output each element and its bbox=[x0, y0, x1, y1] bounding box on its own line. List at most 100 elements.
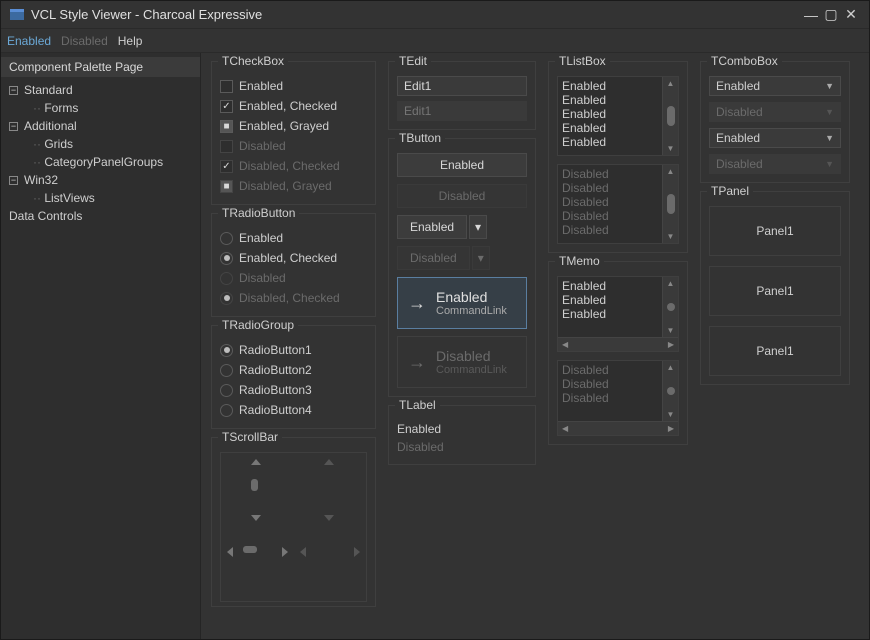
radiogroup-title: TRadioGroup bbox=[218, 318, 298, 332]
scroll-thumb[interactable] bbox=[251, 479, 258, 491]
tree-node-additional[interactable]: − Additional bbox=[5, 117, 196, 135]
panel-1: Panel1 bbox=[709, 206, 841, 256]
splitbutton-enabled[interactable]: Enabled bbox=[397, 215, 467, 239]
tree-node-standard[interactable]: − Standard bbox=[5, 81, 196, 99]
scrollbar-h[interactable]: ◀▶ bbox=[558, 337, 678, 351]
checkbox-disabled-checked: ✓Disabled, Checked bbox=[220, 156, 367, 176]
radio-disabled: Disabled bbox=[220, 268, 367, 288]
chevron-down-icon: ▼ bbox=[825, 81, 834, 91]
list-item[interactable]: Enabled bbox=[562, 107, 658, 121]
list-item[interactable]: Enabled bbox=[562, 79, 658, 93]
sidebar-header: Component Palette Page bbox=[1, 57, 200, 77]
scroll-left-icon[interactable] bbox=[227, 547, 233, 557]
list-item: Disabled bbox=[562, 223, 658, 237]
checkbox-disabled: Disabled bbox=[220, 136, 367, 156]
radio-enabled[interactable]: Enabled bbox=[220, 228, 367, 248]
radio-disabled-checked: Disabled, Checked bbox=[220, 288, 367, 308]
scroll-up-icon[interactable] bbox=[251, 459, 261, 465]
list-item[interactable]: Enabled bbox=[562, 135, 658, 149]
list-item: Disabled bbox=[562, 209, 658, 223]
list-item[interactable]: Enabled bbox=[562, 121, 658, 135]
scrollbar-v[interactable]: ▲▼ bbox=[662, 77, 678, 155]
label-disabled: Disabled bbox=[397, 438, 527, 456]
app-icon bbox=[9, 7, 25, 23]
tree-child-forms[interactable]: Forms bbox=[5, 99, 196, 117]
close-button[interactable]: ✕ bbox=[841, 6, 861, 23]
tree-label: Standard bbox=[24, 83, 73, 97]
scrollbar-demo[interactable] bbox=[220, 452, 367, 602]
listbox-title: TListBox bbox=[555, 54, 610, 68]
radiogroup-item-1[interactable]: RadioButton1 bbox=[220, 340, 367, 360]
tree-node-win32[interactable]: − Win32 bbox=[5, 171, 196, 189]
commandlink-enabled[interactable]: → Enabled CommandLink bbox=[397, 277, 527, 329]
edit-disabled bbox=[397, 101, 527, 121]
checkbox-group-title: TCheckBox bbox=[218, 54, 288, 68]
chevron-down-icon: ▼ bbox=[825, 159, 834, 169]
splitbutton-drop[interactable]: ▾ bbox=[469, 215, 487, 239]
scroll-up-icon bbox=[324, 459, 334, 465]
radio-enabled-checked[interactable]: Enabled, Checked bbox=[220, 248, 367, 268]
tree-label: Win32 bbox=[24, 173, 58, 187]
arrow-right-icon: → bbox=[408, 352, 426, 373]
collapse-icon[interactable]: − bbox=[9, 122, 18, 131]
combo-enabled-1[interactable]: Enabled▼ bbox=[709, 76, 841, 96]
radiogroup-item-2[interactable]: RadioButton2 bbox=[220, 360, 367, 380]
button-title: TButton bbox=[395, 131, 445, 145]
menu-help[interactable]: Help bbox=[118, 34, 143, 48]
collapse-icon[interactable]: − bbox=[9, 86, 18, 95]
scroll-right-icon[interactable] bbox=[282, 547, 288, 557]
maximize-button[interactable]: ▢ bbox=[821, 6, 841, 23]
checkbox-enabled-grayed[interactable]: ■Enabled, Grayed bbox=[220, 116, 367, 136]
tree-child-categorypanel[interactable]: CategoryPanelGroups bbox=[5, 153, 196, 171]
radiogroup-item-3[interactable]: RadioButton3 bbox=[220, 380, 367, 400]
tree-label: Additional bbox=[24, 119, 77, 133]
list-item: Disabled bbox=[562, 181, 658, 195]
chevron-down-icon: ▼ bbox=[825, 133, 834, 143]
scroll-down-icon bbox=[324, 515, 334, 521]
splitbutton-drop-disabled: ▾ bbox=[472, 246, 490, 270]
panel-title: TPanel bbox=[707, 184, 753, 198]
panel-3: Panel1 bbox=[709, 326, 841, 376]
combo-disabled-1: Disabled▼ bbox=[709, 102, 841, 122]
window-title: VCL Style Viewer - Charcoal Expressive bbox=[31, 7, 801, 22]
combo-title: TComboBox bbox=[707, 54, 782, 68]
memo-enabled[interactable]: Enabled Enabled Enabled ▲▼ ◀▶ bbox=[557, 276, 679, 352]
scrollbar-v: ▲▼ bbox=[662, 165, 678, 243]
scroll-right-icon bbox=[354, 547, 360, 557]
scroll-down-icon[interactable] bbox=[251, 515, 261, 521]
scroll-left-icon bbox=[300, 547, 306, 557]
label-title: TLabel bbox=[395, 398, 440, 412]
scrollbar-v[interactable]: ▲▼ bbox=[662, 277, 678, 337]
radiogroup-item-4[interactable]: RadioButton4 bbox=[220, 400, 367, 420]
tree-node-datacontrols[interactable]: Data Controls bbox=[5, 207, 196, 225]
checkbox-disabled-grayed: ■Disabled, Grayed bbox=[220, 176, 367, 196]
edit-enabled[interactable] bbox=[397, 76, 527, 96]
tree-child-grids[interactable]: Grids bbox=[5, 135, 196, 153]
collapse-icon[interactable]: − bbox=[9, 176, 18, 185]
splitbutton-disabled: Disabled bbox=[397, 246, 470, 270]
edit-title: TEdit bbox=[395, 54, 431, 68]
tree-child-listviews[interactable]: ListViews bbox=[5, 189, 196, 207]
combo-disabled-2: Disabled▼ bbox=[709, 154, 841, 174]
tree-label: Data Controls bbox=[9, 209, 82, 223]
listbox-disabled: Disabled Disabled Disabled Disabled Disa… bbox=[557, 164, 679, 244]
list-item: Disabled bbox=[562, 167, 658, 181]
scrollbar-h: ◀▶ bbox=[558, 421, 678, 435]
panel-2: Panel1 bbox=[709, 266, 841, 316]
menu-enabled[interactable]: Enabled bbox=[7, 34, 51, 48]
list-item: Disabled bbox=[562, 195, 658, 209]
checkbox-enabled[interactable]: Enabled bbox=[220, 76, 367, 96]
listbox-enabled[interactable]: Enabled Enabled Enabled Enabled Enabled … bbox=[557, 76, 679, 156]
menu-disabled: Disabled bbox=[61, 34, 108, 48]
commandlink-disabled: → Disabled CommandLink bbox=[397, 336, 527, 388]
list-item[interactable]: Enabled bbox=[562, 93, 658, 107]
memo-disabled: Disabled Disabled Disabled ▲▼ ◀▶ bbox=[557, 360, 679, 436]
button-enabled[interactable]: Enabled bbox=[397, 153, 527, 177]
label-enabled: Enabled bbox=[397, 420, 527, 438]
minimize-button[interactable]: — bbox=[801, 7, 821, 23]
radio-group-title: TRadioButton bbox=[218, 206, 299, 220]
combo-enabled-2[interactable]: Enabled▼ bbox=[709, 128, 841, 148]
scroll-thumb[interactable] bbox=[243, 546, 257, 553]
checkbox-enabled-checked[interactable]: ✓Enabled, Checked bbox=[220, 96, 367, 116]
button-disabled: Disabled bbox=[397, 184, 527, 208]
